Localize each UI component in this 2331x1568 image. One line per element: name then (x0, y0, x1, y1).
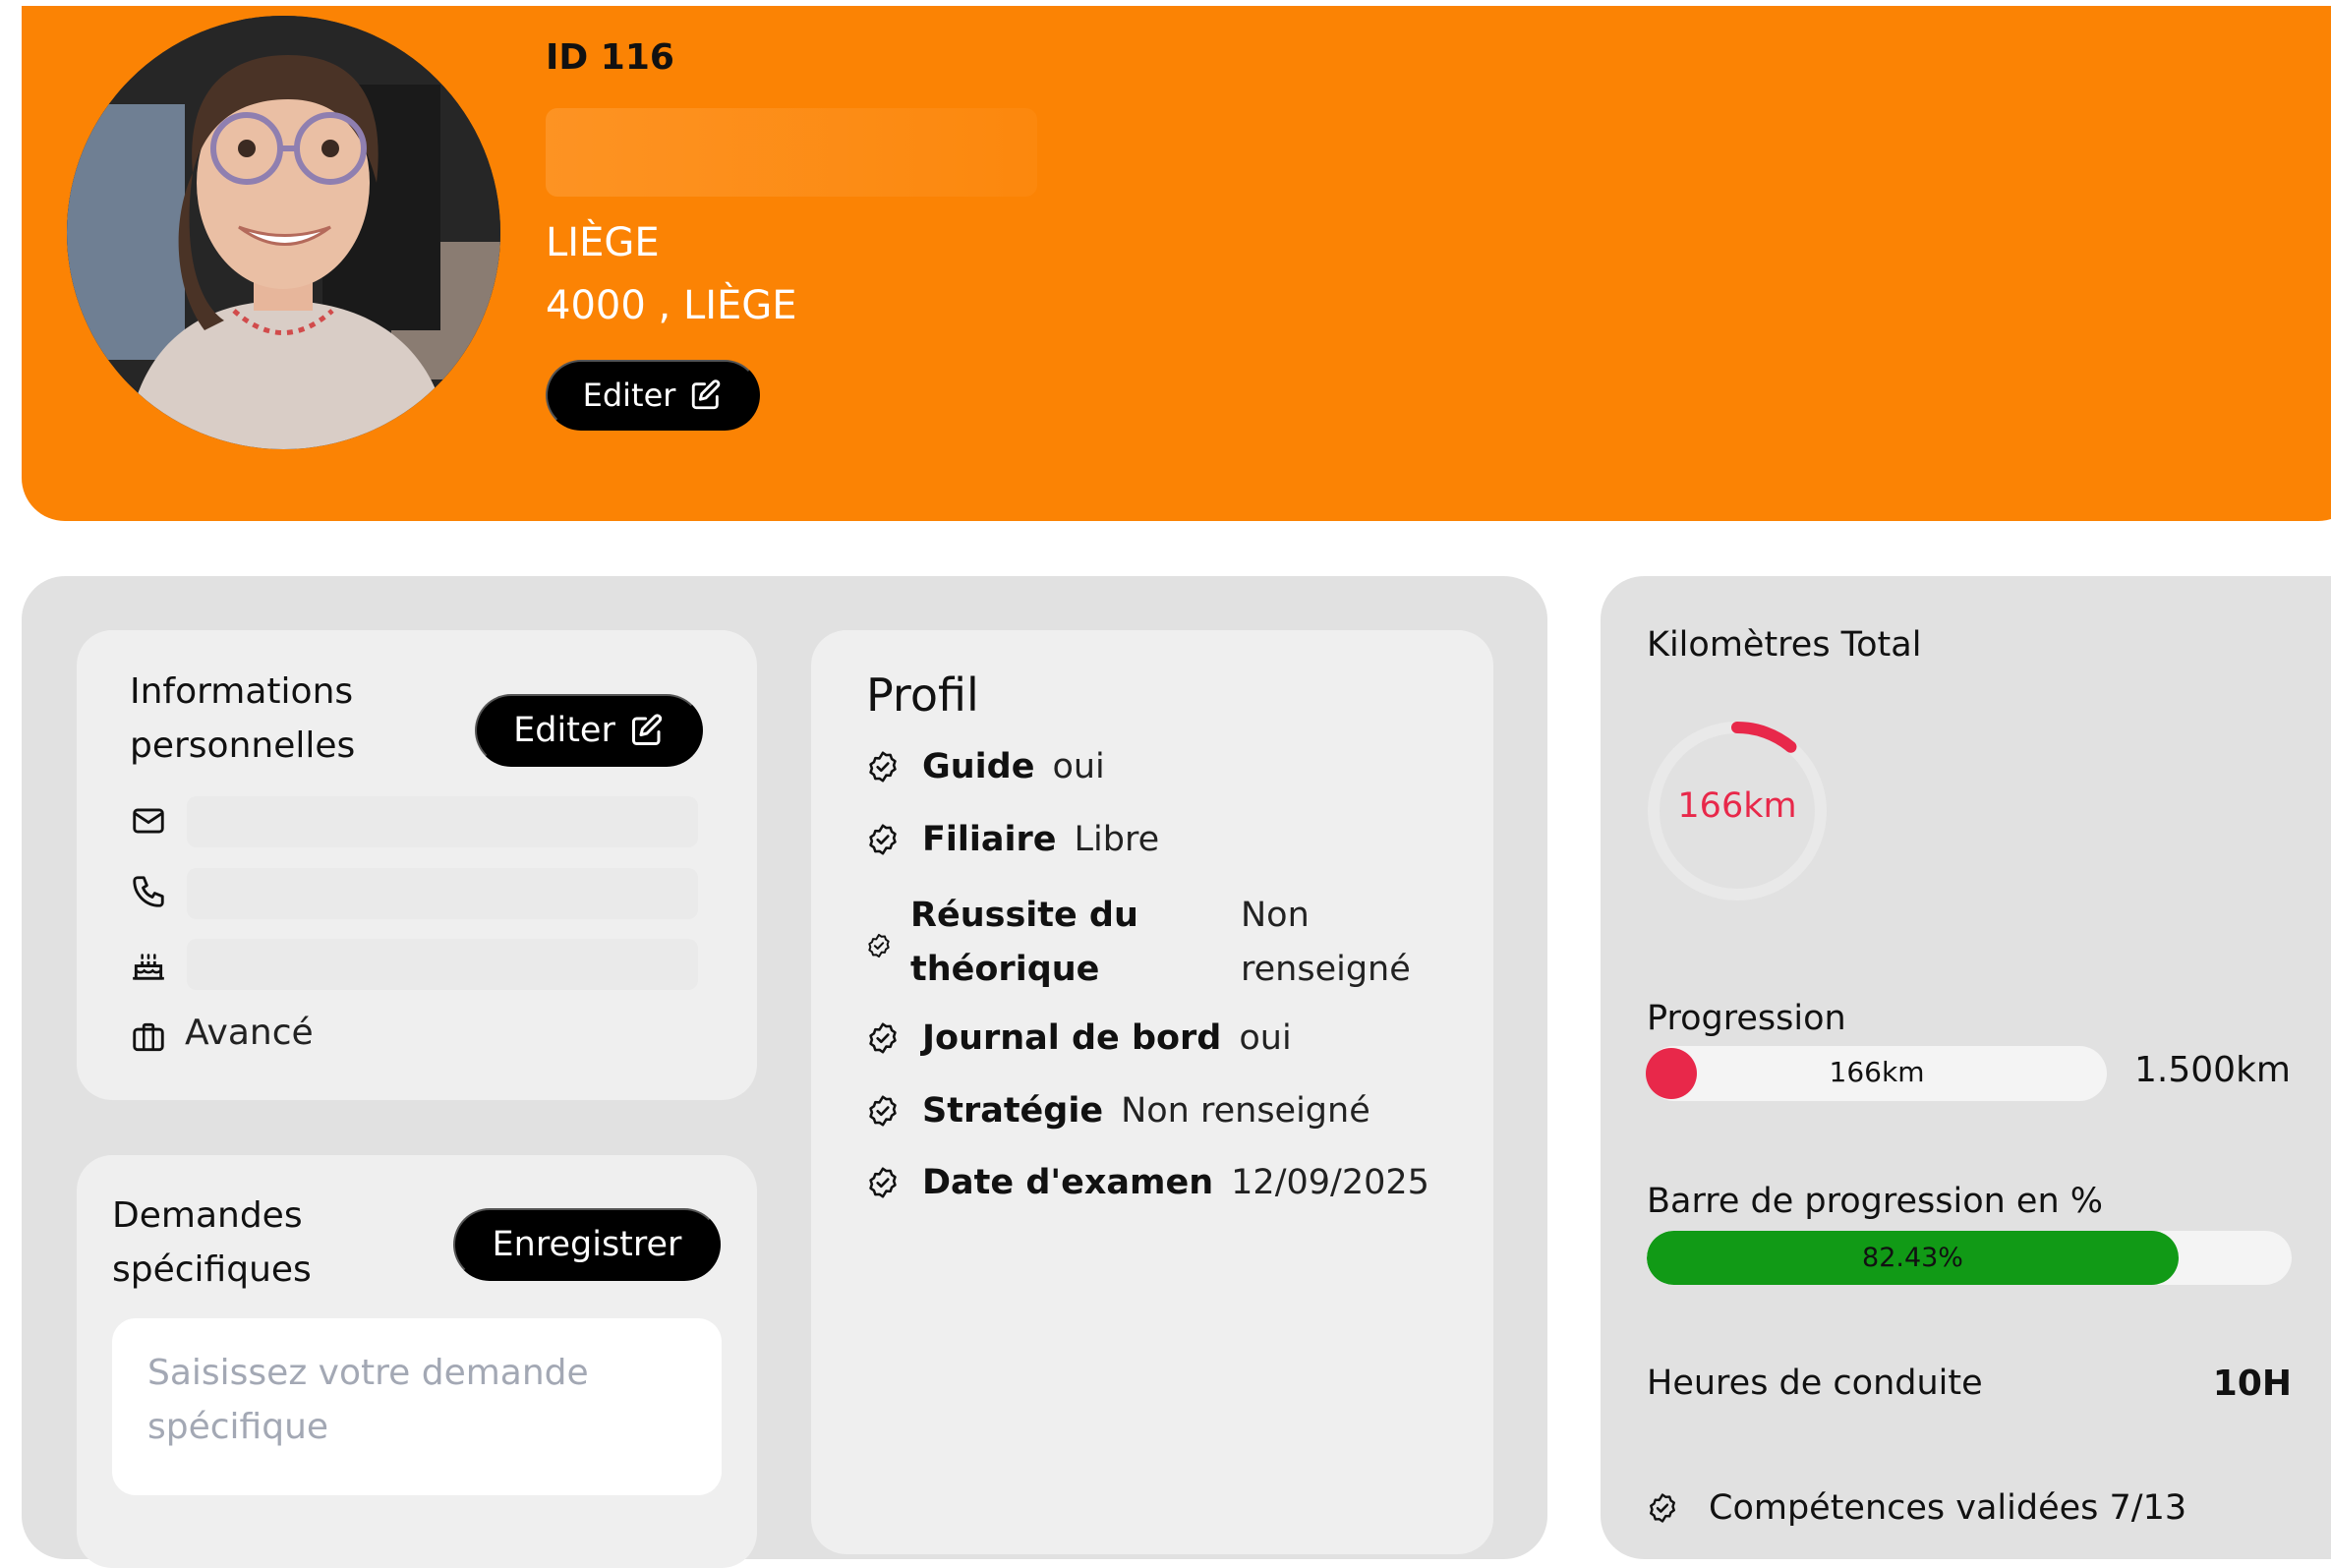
progression-max: 1.500km (2134, 1050, 2291, 1090)
personal-info-edit-button[interactable]: Editer (475, 694, 703, 767)
avatar-photo (67, 16, 500, 449)
personal-info-title: Informations personnelles (130, 671, 356, 766)
student-id: ID 116 (546, 37, 674, 78)
driving-hours-title: Heures de conduite (1647, 1364, 1983, 1403)
percent-bar-title: Barre de progression en % (1647, 1182, 2104, 1221)
edit-icon (692, 379, 721, 410)
profile-row-theory: Réussite du théorique Non renseigné (865, 889, 1455, 1007)
profile-row-label: Date d'examen (922, 1163, 1214, 1202)
km-total-value: 166km (1677, 786, 1797, 826)
profile-row-guide: Guide oui (865, 747, 1105, 786)
progression-title: Progression (1647, 999, 1846, 1038)
percent-bar-track: 82.43% (1647, 1231, 2292, 1285)
profile-row-label: Journal de bord (922, 1018, 1222, 1058)
phone-icon (133, 876, 164, 907)
profile-row-value: 12/09/2025 (1231, 1163, 1429, 1202)
profile-row-value: oui (1239, 1018, 1292, 1058)
check-badge-icon (869, 1022, 897, 1054)
percent-bar-label: 82.43% (1862, 1243, 1963, 1273)
edit-icon (631, 714, 662, 745)
profile-row-filiaire: Filiaire Libre (865, 820, 1159, 859)
profile-row-label: Filiaire (922, 820, 1057, 859)
profile-title: Profil (866, 668, 979, 722)
cake-icon (133, 954, 164, 980)
header-edit-button[interactable]: Editer (546, 360, 760, 431)
student-city: LIÈGE (546, 220, 660, 265)
profile-row-value: Libre (1074, 820, 1160, 859)
profile-row-label: Guide (922, 747, 1035, 786)
mail-icon (133, 808, 164, 834)
profile-row-value: Non renseigné (1241, 896, 1411, 989)
student-address: 4000 , LIÈGE (546, 283, 797, 328)
check-badge-icon (869, 824, 897, 855)
profile-row-value: Non renseigné (1121, 1091, 1370, 1131)
save-request-label: Enregistrer (492, 1225, 682, 1264)
km-total-title: Kilomètres Total (1647, 625, 1922, 665)
redacted-phone (187, 868, 698, 919)
profile-row-logbook: Journal de bord oui (865, 1018, 1292, 1058)
header-edit-label: Editer (582, 377, 676, 414)
avatar (67, 16, 500, 449)
profile-row-label: Réussite du théorique (910, 896, 1138, 989)
specific-request-input[interactable] (112, 1318, 722, 1495)
profile-row-value: oui (1052, 747, 1105, 786)
check-badge-icon (869, 751, 897, 783)
save-request-button[interactable]: Enregistrer (453, 1208, 721, 1281)
driving-hours-value: 10H (2212, 1364, 2292, 1404)
check-badge-icon (868, 933, 890, 958)
profile-row-strategy: Stratégie Non renseigné (865, 1091, 1370, 1131)
check-badge-icon (869, 1167, 897, 1198)
validated-skills: Compétences validées 7/13 (1646, 1488, 2186, 1528)
profile-row-label: Stratégie (922, 1091, 1104, 1131)
check-badge-icon (869, 1095, 897, 1127)
driving-level: Avancé (185, 1013, 314, 1053)
validated-skills-label: Compétences validées 7/13 (1709, 1488, 2187, 1528)
specific-requests-title: Demandes spécifiques (112, 1195, 312, 1290)
redacted-name (546, 108, 1037, 197)
profile-row-exam-date: Date d'examen 12/09/2025 (865, 1163, 1429, 1202)
personal-info-edit-label: Editer (513, 711, 615, 750)
km-total-arc (1731, 722, 1797, 753)
briefcase-icon (133, 1022, 164, 1052)
redacted-birthdate (187, 939, 698, 990)
check-badge-icon (1650, 1493, 1675, 1523)
redacted-email (187, 796, 698, 847)
